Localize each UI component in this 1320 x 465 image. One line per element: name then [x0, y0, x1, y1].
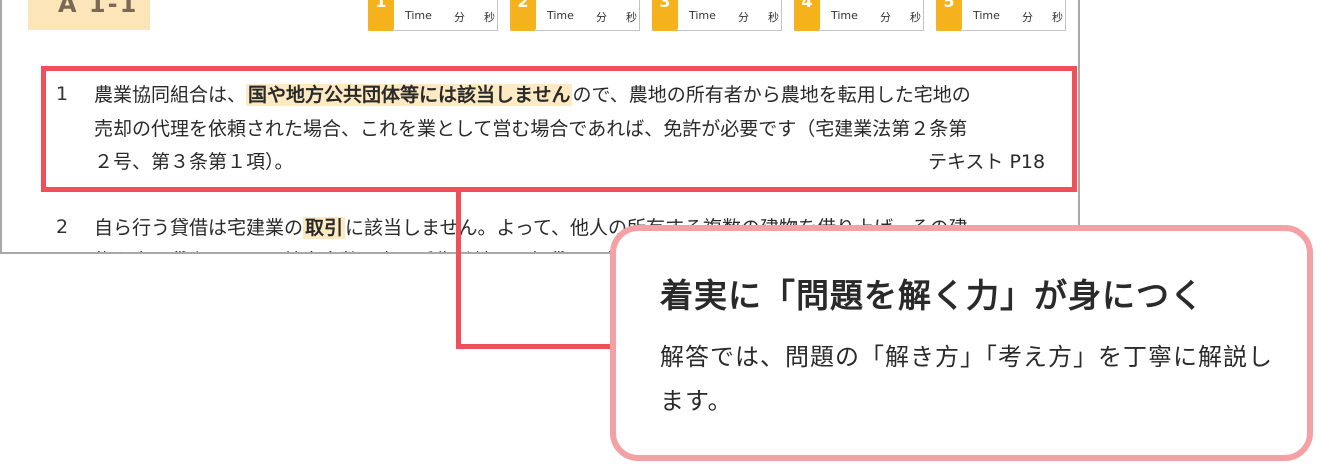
- timer-number: 3: [652, 0, 678, 31]
- timer-time-label: Time: [831, 9, 858, 22]
- timer-minute-label: 分: [1022, 11, 1033, 24]
- timer-second-label: 秒: [768, 11, 779, 24]
- timer-minute-label: 分: [880, 11, 891, 24]
- timer-minute-label: 分: [596, 11, 607, 24]
- timer-box-2: 2 Time 分 秒: [510, 0, 640, 31]
- feature-callout-card: 着実に「問題を解く力」が身につく 解答では、問題の「解き方」「考え方」を丁寧に解…: [610, 225, 1313, 461]
- timer-row: 1 Time 分 秒 2 Time 分 秒 3 Time 分 秒 4 Time …: [2, 0, 1078, 31]
- timer-second-label: 秒: [484, 11, 495, 24]
- timer-second-label: 秒: [626, 11, 637, 24]
- timer-time-label: Time: [547, 9, 574, 22]
- callout-body: 解答では、問題の「解き方」「考え方」を丁寧に解説します。: [660, 343, 1273, 415]
- timer-second-label: 秒: [1052, 11, 1063, 24]
- timer-box-4: 4 Time 分 秒: [794, 0, 924, 31]
- item-2-number: 2: [56, 216, 69, 238]
- callout-connector-horizontal: [456, 344, 626, 349]
- timer-time-label: Time: [405, 9, 432, 22]
- timer-number: 5: [936, 0, 962, 31]
- timer-number: 2: [510, 0, 536, 31]
- timer-number: 4: [794, 0, 820, 31]
- timer-box-5: 5 Time 分 秒: [936, 0, 1066, 31]
- timer-box-1: 1 Time 分 秒: [368, 0, 498, 31]
- timer-box-3: 3 Time 分 秒: [652, 0, 782, 31]
- timer-second-label: 秒: [910, 11, 921, 24]
- item-2-text-start: 自ら行う貸借は宅建業の: [94, 217, 304, 239]
- timer-minute-label: 分: [454, 11, 465, 24]
- item-2-highlight: 取引: [303, 217, 346, 239]
- timer-minute-label: 分: [738, 11, 749, 24]
- callout-title: 着実に「問題を解く力」が身につく: [660, 276, 1204, 315]
- timer-number: 1: [368, 0, 394, 31]
- callout-connector-vertical: [456, 191, 461, 349]
- focus-highlight-frame: [41, 66, 1077, 192]
- timer-time-label: Time: [973, 9, 1000, 22]
- timer-time-label: Time: [689, 9, 716, 22]
